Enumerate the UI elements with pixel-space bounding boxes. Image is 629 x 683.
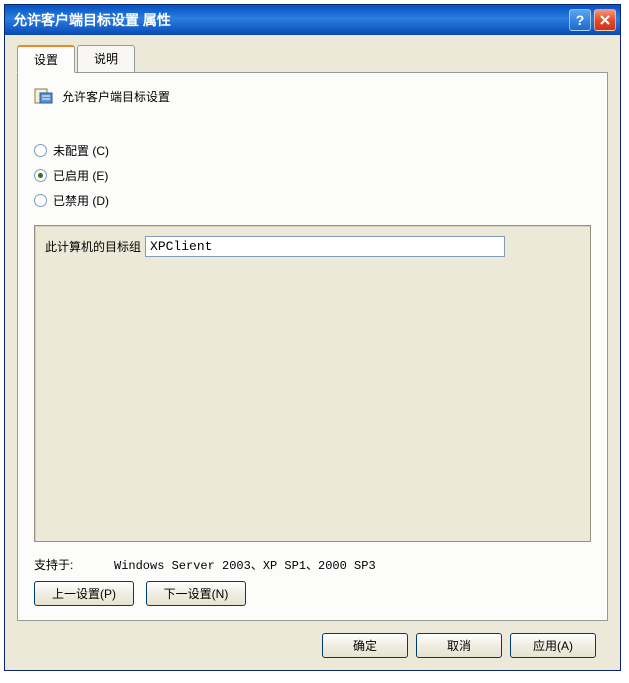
close-button[interactable]: [594, 9, 616, 31]
titlebar[interactable]: 允许客户端目标设置 属性 ?: [5, 5, 620, 35]
policy-header: 允许客户端目标设置: [34, 87, 591, 105]
cancel-button[interactable]: 取消: [416, 633, 502, 658]
state-radio-group: 未配置 (C) 已启用 (E) 已禁用 (D): [34, 142, 591, 217]
supported-on-row: 支持于: Windows Server 2003、XP SP1、2000 SP3: [34, 556, 591, 573]
ok-button[interactable]: 确定: [322, 633, 408, 658]
radio-disabled[interactable]: 已禁用 (D): [34, 192, 591, 209]
help-button[interactable]: ?: [569, 9, 591, 31]
target-group-input[interactable]: [145, 236, 505, 257]
radio-not-configured[interactable]: 未配置 (C): [34, 142, 591, 159]
policy-icon: [34, 87, 54, 105]
apply-button[interactable]: 应用(A): [510, 633, 596, 658]
radio-label: 已启用 (E): [53, 167, 108, 184]
tab-strip: 设置 说明: [17, 45, 608, 72]
radio-label: 未配置 (C): [53, 142, 109, 159]
tab-explanation[interactable]: 说明: [77, 45, 135, 72]
radio-icon: [34, 169, 47, 182]
window-title: 允许客户端目标设置 属性: [13, 10, 566, 30]
policy-title: 允许客户端目标设置: [62, 88, 170, 105]
tab-panel-settings: 允许客户端目标设置 未配置 (C) 已启用 (E) 已禁用 (D): [17, 72, 608, 621]
radio-icon: [34, 194, 47, 207]
dialog-footer: 确定 取消 应用(A): [17, 621, 608, 658]
next-setting-button[interactable]: 下一设置(N): [146, 581, 246, 606]
prev-setting-button[interactable]: 上一设置(P): [34, 581, 134, 606]
close-icon: [600, 12, 610, 28]
dialog-window: 允许客户端目标设置 属性 ? 设置 说明 允: [4, 4, 621, 671]
nav-buttons: 上一设置(P) 下一设置(N): [34, 581, 591, 606]
target-group-row: 此计算机的目标组: [45, 236, 580, 257]
target-group-label: 此计算机的目标组: [45, 238, 141, 255]
divider: [34, 121, 591, 122]
help-icon: ?: [576, 12, 585, 28]
settings-pane: 此计算机的目标组: [34, 225, 591, 542]
client-area: 设置 说明 允许客户端目标设置 未配置 (C): [5, 35, 620, 670]
supported-on-label: 支持于:: [34, 556, 114, 573]
supported-on-text: Windows Server 2003、XP SP1、2000 SP3: [114, 556, 376, 573]
tab-settings[interactable]: 设置: [17, 45, 75, 73]
radio-icon: [34, 144, 47, 157]
radio-label: 已禁用 (D): [53, 192, 109, 209]
radio-enabled[interactable]: 已启用 (E): [34, 167, 591, 184]
